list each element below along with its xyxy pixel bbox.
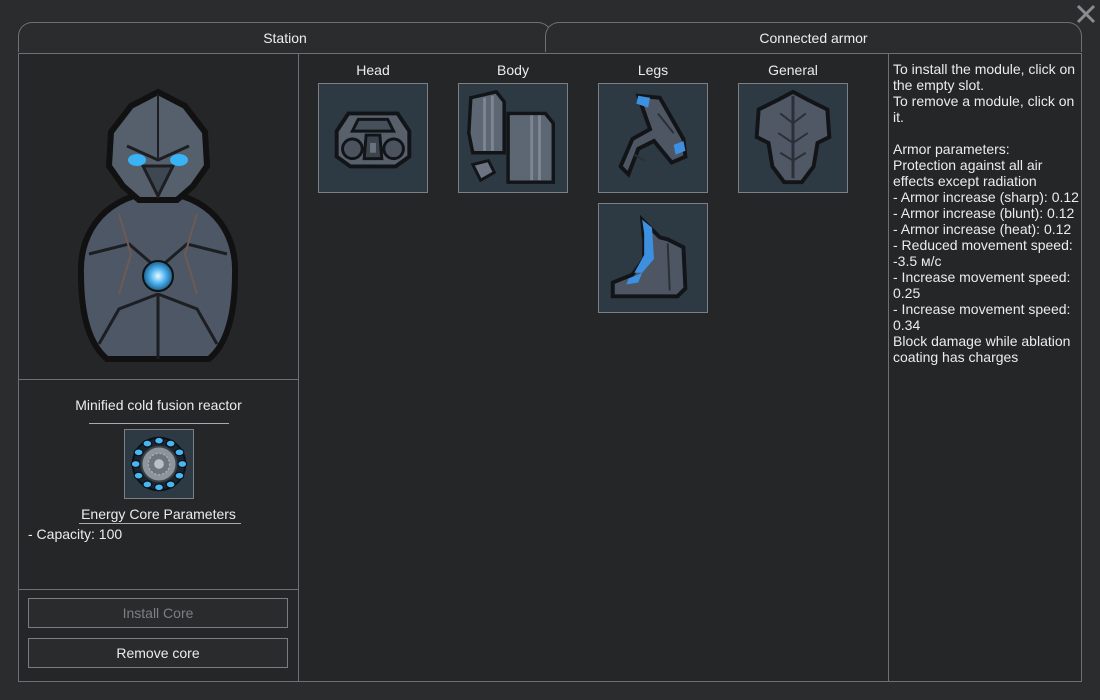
core-name: Minified cold fusion reactor bbox=[75, 397, 242, 413]
body-module-slot[interactable] bbox=[458, 83, 568, 193]
helmet-module-icon bbox=[334, 111, 412, 169]
armor-param-line: - Armor increase (sharp): 0.12 bbox=[893, 189, 1079, 205]
armor-param-line: - Armor increase (blunt): 0.12 bbox=[893, 205, 1075, 221]
armor-param-line: - Increase movement speed: 0.25 bbox=[893, 269, 1071, 301]
core-slot[interactable] bbox=[124, 429, 194, 499]
install-hint: To install the module, click on the empt… bbox=[893, 61, 1076, 93]
armor-param-line: Protection against all air effects excep… bbox=[893, 157, 1043, 189]
head-module-slot[interactable] bbox=[318, 83, 428, 193]
armor-params-title: Armor parameters: bbox=[893, 141, 1010, 157]
info-text: To install the module, click on the empt… bbox=[893, 61, 1081, 365]
armor-param-line: - Increase movement speed: 0.34 bbox=[893, 301, 1071, 333]
install-core-button[interactable]: Install Core bbox=[28, 598, 288, 628]
general-module-slot[interactable] bbox=[738, 83, 848, 193]
armor-station-window: Station Connected armor Minified cold fu… bbox=[0, 0, 1100, 700]
armor-param-line: - Reduced movement speed: -3.5 м/с bbox=[893, 237, 1073, 269]
remove-core-button[interactable]: Remove core bbox=[28, 638, 288, 668]
core-section: Minified cold fusion reactor Energy Core… bbox=[19, 379, 298, 590]
body-plates-module-icon bbox=[467, 89, 555, 184]
armor-param-line: Block damage while ablation coating has … bbox=[893, 333, 1071, 365]
remove-hint: To remove a module, click on it. bbox=[893, 93, 1075, 125]
boot-armor-module-icon bbox=[610, 214, 688, 299]
tab-connected-armor[interactable]: Connected armor bbox=[545, 22, 1082, 52]
slot-label-body: Body bbox=[497, 62, 529, 78]
slot-label-legs: Legs bbox=[637, 62, 669, 78]
divider bbox=[79, 523, 241, 524]
armor-frame-module-icon bbox=[754, 89, 832, 185]
info-panel: To install the module, click on the empt… bbox=[888, 53, 1082, 682]
slot-label-general: General bbox=[768, 62, 818, 78]
tab-station[interactable]: Station bbox=[18, 22, 552, 52]
leg-armor-module-icon bbox=[618, 93, 688, 178]
station-panel: Minified cold fusion reactor Energy Core… bbox=[18, 53, 299, 682]
legs-module-slot-1[interactable] bbox=[598, 83, 708, 193]
armor-param-line: - Armor increase (heat): 0.12 bbox=[893, 221, 1072, 237]
power-armor-preview-icon bbox=[77, 88, 239, 362]
divider bbox=[89, 423, 229, 424]
armor-preview-box bbox=[19, 54, 298, 380]
core-capacity: - Capacity: 100 bbox=[28, 526, 123, 542]
slot-label-head: Head bbox=[356, 62, 390, 78]
core-params-title: Energy Core Parameters bbox=[81, 506, 236, 522]
module-slots-panel: Head Body Legs General bbox=[298, 53, 889, 682]
arc-reactor-core-icon bbox=[130, 436, 188, 492]
close-icon[interactable] bbox=[1074, 2, 1098, 26]
legs-module-slot-2[interactable] bbox=[598, 203, 708, 313]
